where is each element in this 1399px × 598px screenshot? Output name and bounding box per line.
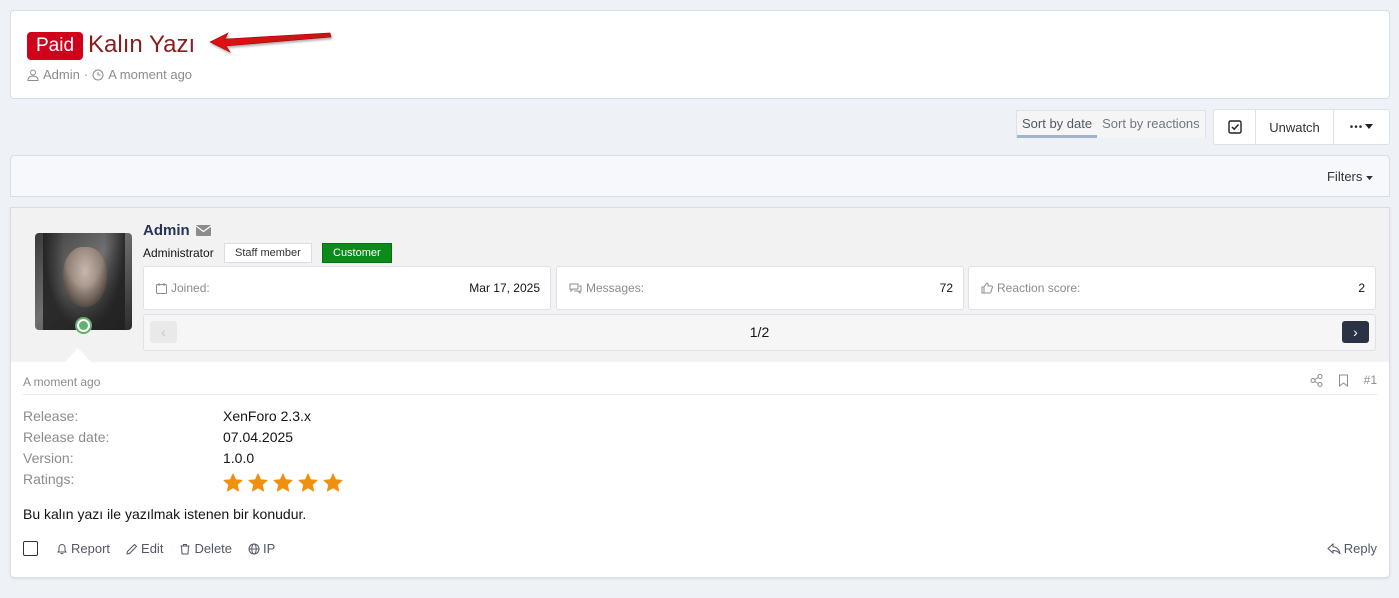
ip-label: IP xyxy=(263,541,276,556)
calendar-icon xyxy=(156,282,167,294)
delete-label: Delete xyxy=(194,541,233,556)
checkbox-checked-icon xyxy=(1227,120,1242,134)
caret-down-icon xyxy=(1366,176,1373,181)
trash-icon xyxy=(180,543,190,554)
stat-messages: Messages: 72 xyxy=(556,266,964,310)
delete-button[interactable]: Delete xyxy=(179,541,232,556)
edit-button[interactable]: Edit xyxy=(126,541,163,556)
thread-title: Kalın Yazı xyxy=(88,31,196,58)
field-value: 1.0.0 xyxy=(223,450,255,466)
post-divider xyxy=(23,394,1377,395)
sort-tabs: Sort by date Sort by reactions xyxy=(1016,110,1206,138)
messages-value[interactable]: 72 xyxy=(940,281,953,295)
joined-value: Mar 17, 2025 xyxy=(469,281,540,295)
field-label: Release: xyxy=(23,408,79,424)
report-button[interactable]: Report xyxy=(56,541,110,556)
pencil-icon xyxy=(126,543,138,555)
avatar-hair xyxy=(43,233,125,330)
thread-action-buttons: Unwatch ••• xyxy=(1213,109,1390,145)
comments-icon xyxy=(569,283,582,294)
reaction-label: Reaction score: xyxy=(997,281,1081,295)
more-options-button[interactable]: ••• xyxy=(1333,110,1389,144)
thread-time[interactable]: A moment ago xyxy=(108,67,192,82)
staff-member-badge: Staff member xyxy=(224,243,312,263)
thread-meta: Admin · A moment ago xyxy=(27,67,192,82)
select-toggle-button[interactable] xyxy=(1214,110,1255,144)
star-icon xyxy=(298,473,318,492)
thread-author[interactable]: Admin xyxy=(43,67,80,82)
tab-sort-by-reactions[interactable]: Sort by reactions xyxy=(1097,111,1205,138)
post-action-bar: Report Edit Delete IP xyxy=(23,541,275,556)
thread-header: Paid Kalın Yazı Admin · A moment ago xyxy=(10,10,1390,99)
user-icon xyxy=(27,69,39,81)
header-pointer xyxy=(65,348,91,362)
filters-button[interactable]: Filters xyxy=(1327,169,1373,184)
field-label: Version: xyxy=(23,450,74,466)
more-dots-icon: ••• xyxy=(1349,121,1364,133)
star-icon xyxy=(223,473,243,492)
annotation-arrow-icon xyxy=(209,32,332,53)
reply-icon xyxy=(1327,542,1341,554)
reply-button[interactable]: Reply xyxy=(1327,541,1377,556)
star-icon xyxy=(323,473,343,492)
share-icon[interactable] xyxy=(1310,373,1323,387)
stat-joined: Joined: Mar 17, 2025 xyxy=(143,266,551,310)
star-icon xyxy=(273,473,293,492)
clock-icon xyxy=(92,69,104,80)
messages-label: Messages: xyxy=(586,281,645,295)
field-value: 07.04.2025 xyxy=(223,429,294,445)
customer-badge: Customer xyxy=(322,243,392,263)
reply-label: Reply xyxy=(1343,541,1377,556)
field-label: Release date: xyxy=(23,429,110,445)
field-label: Ratings: xyxy=(23,471,75,487)
bookmark-icon[interactable] xyxy=(1337,374,1350,387)
rating-stars xyxy=(223,473,343,493)
select-post-checkbox[interactable] xyxy=(23,541,38,556)
pager-next-button[interactable]: › xyxy=(1342,321,1369,343)
avatar[interactable] xyxy=(35,233,132,330)
user-title: Administrator xyxy=(143,246,214,260)
pager-label: 1/2 xyxy=(749,324,770,340)
online-status-icon xyxy=(75,317,92,334)
unwatch-button[interactable]: Unwatch xyxy=(1255,110,1333,144)
joined-label: Joined: xyxy=(171,281,210,295)
tab-sort-by-date[interactable]: Sort by date xyxy=(1017,111,1098,138)
post: Admin Administrator Staff member Custome… xyxy=(10,207,1390,578)
post-number[interactable]: #1 xyxy=(1364,373,1377,387)
post-tools: #1 xyxy=(1310,373,1377,387)
post-username: Admin xyxy=(143,222,211,239)
field-value: XenForo 2.3.x xyxy=(223,408,311,424)
ip-button[interactable]: IP xyxy=(248,541,275,556)
post-user-header: Admin Administrator Staff member Custome… xyxy=(11,208,1389,362)
stat-reaction-score: Reaction score: 2 xyxy=(968,266,1376,310)
post-time[interactable]: A moment ago xyxy=(23,375,100,389)
filters-bar: Filters xyxy=(10,155,1390,197)
globe-icon xyxy=(248,543,260,554)
filters-label: Filters xyxy=(1326,169,1363,184)
envelope-icon[interactable] xyxy=(195,225,211,236)
bell-icon xyxy=(57,543,67,554)
edit-label: Edit xyxy=(141,541,164,556)
username-link[interactable]: Admin xyxy=(143,222,190,239)
meta-separator: · xyxy=(83,67,89,82)
post-body: Bu kalın yazı ile yazılmak istenen bir k… xyxy=(23,506,307,522)
caret-down-icon xyxy=(1365,124,1374,129)
thumbs-up-icon xyxy=(981,282,993,294)
paid-badge: Paid xyxy=(27,32,84,60)
reaction-value: 2 xyxy=(1358,281,1365,295)
user-stats-pager: ‹ 1/2 › xyxy=(143,314,1376,351)
report-label: Report xyxy=(71,541,111,556)
star-icon xyxy=(248,473,268,492)
